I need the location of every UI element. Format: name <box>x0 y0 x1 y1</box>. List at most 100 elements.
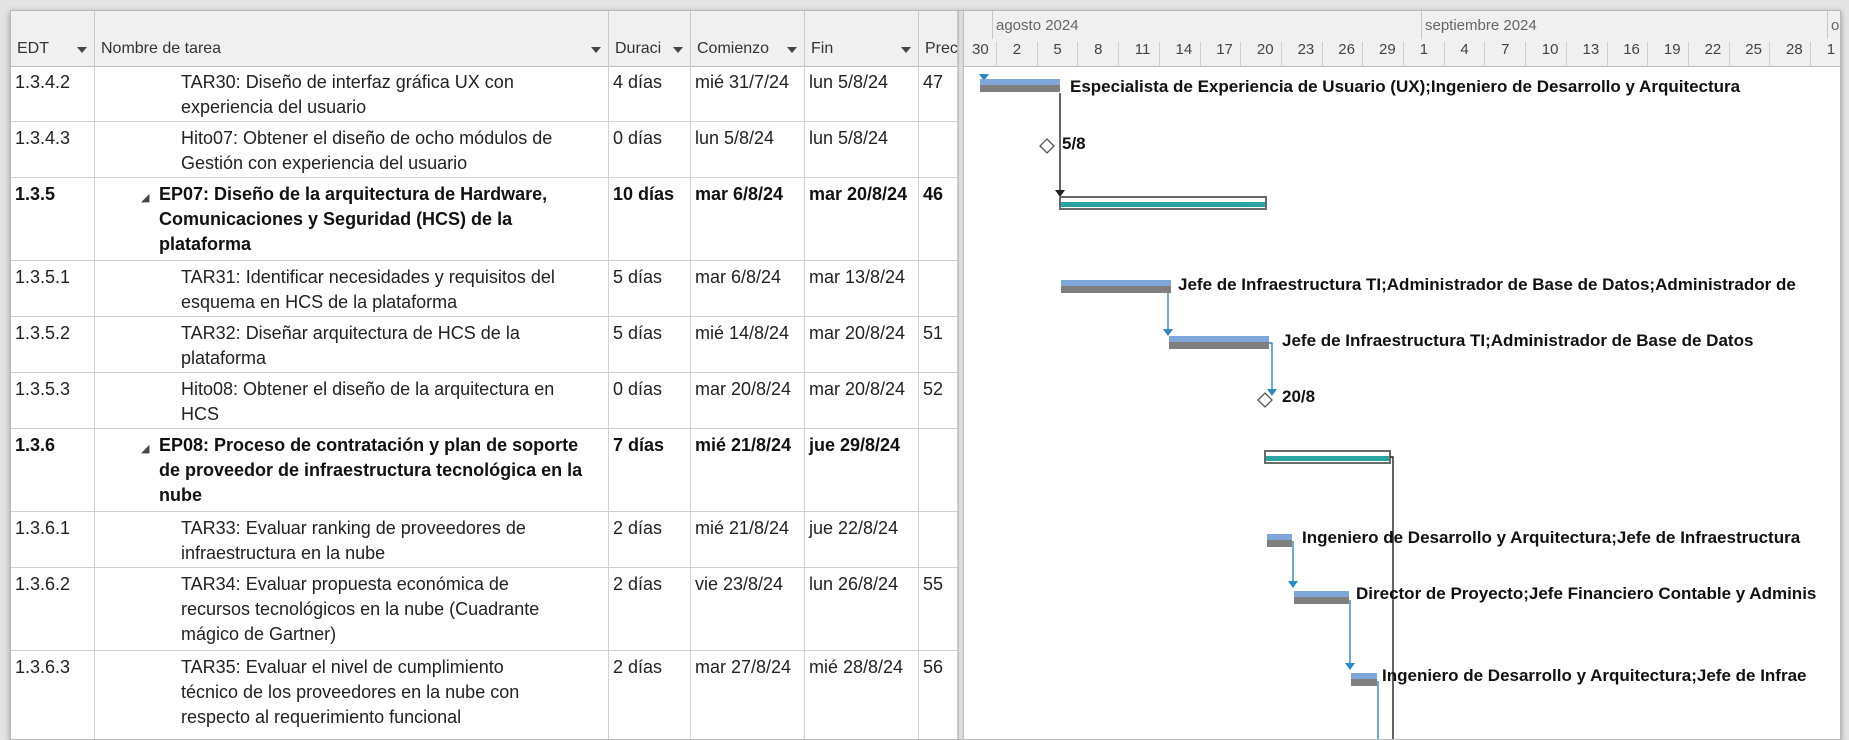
task-name-line: TAR33: Evaluar ranking de proveedores de <box>181 518 526 538</box>
task-name-cell[interactable]: TAR30: Diseño de interfaz gráfica UX con… <box>95 66 609 121</box>
task-name-cell[interactable]: TAR34: Evaluar propuesta económica de rec… <box>95 568 609 650</box>
task-name-text: TAR32: Diseñar arquitectura de HCS de la… <box>181 321 604 371</box>
collapse-toggle-icon[interactable]: ◢ <box>141 437 149 462</box>
baseline-bar <box>980 85 1060 92</box>
predecessors-cell[interactable]: 52 <box>919 373 958 428</box>
edt-cell[interactable]: 1.3.6.2 <box>11 568 95 650</box>
task-bar[interactable] <box>1169 336 1269 342</box>
finish-date-cell[interactable]: mar 20/8/24 <box>805 178 919 260</box>
table-row[interactable]: 1.3.5.2 TAR32: Diseñar arquitectura de HC… <box>11 317 958 373</box>
table-row[interactable]: 1.3.6.3 TAR35: Evaluar el nivel de cumpli… <box>11 651 958 739</box>
duration-cell[interactable]: 5 días <box>609 317 691 372</box>
task-name-cell[interactable]: TAR35: Evaluar el nivel de cumplimiento t… <box>95 651 609 739</box>
start-date-cell[interactable]: mié 21/8/24 <box>691 512 805 567</box>
predecessors-cell[interactable] <box>919 512 958 567</box>
table-row[interactable]: 1.3.5.1 TAR31: Identificar necesidades y … <box>11 261 958 317</box>
task-bar[interactable] <box>1294 591 1349 597</box>
duration-cell[interactable]: 10 días <box>609 178 691 260</box>
dropdown-arrow-icon[interactable] <box>591 47 601 53</box>
predecessors-cell[interactable] <box>919 429 958 511</box>
predecessors-cell[interactable]: 55 <box>919 568 958 650</box>
summary-task-row[interactable]: 1.3.5 ◢ EP07: Diseño de la arquitectura de… <box>11 178 958 261</box>
edt-cell[interactable]: 1.3.6.3 <box>11 651 95 739</box>
table-row[interactable]: 1.3.4.3 Hito07: Obtener el diseño de ocho… <box>11 122 958 178</box>
dropdown-arrow-icon[interactable] <box>901 47 911 53</box>
predecessors-cell[interactable]: 56 <box>919 651 958 739</box>
summary-task-row[interactable]: 1.3.6 ◢ EP08: Proceso de contratación y pl… <box>11 429 958 512</box>
start-date-cell[interactable]: mar 27/8/24 <box>691 651 805 739</box>
link-arrow-icon <box>1055 190 1065 197</box>
duration-cell[interactable]: 2 días <box>609 568 691 650</box>
duration-cell[interactable]: 4 días <box>609 66 691 121</box>
task-name-cell[interactable]: TAR33: Evaluar ranking de proveedores de… <box>95 512 609 567</box>
duration-cell[interactable]: 5 días <box>609 261 691 316</box>
task-bar[interactable] <box>980 79 1060 85</box>
dropdown-arrow-icon[interactable] <box>673 47 683 53</box>
column-header-name[interactable]: Nombre de tarea <box>95 11 609 66</box>
task-name-line: plataforma <box>181 348 267 368</box>
task-bar[interactable] <box>1351 673 1377 679</box>
duration-cell[interactable]: 2 días <box>609 512 691 567</box>
collapse-toggle-icon[interactable]: ◢ <box>141 186 149 211</box>
edt-cell[interactable]: 1.3.6 <box>11 429 95 511</box>
duration-cell[interactable]: 2 días <box>609 651 691 739</box>
finish-date-cell[interactable]: lun 5/8/24 <box>805 122 919 177</box>
duration-cell[interactable]: 0 días <box>609 373 691 428</box>
table-row[interactable]: 1.3.6.2 TAR34: Evaluar propuesta económic… <box>11 568 958 651</box>
start-date-cell[interactable]: mar 6/8/24 <box>691 178 805 260</box>
task-name-cell[interactable]: TAR32: Diseñar arquitectura de HCS de la… <box>95 317 609 372</box>
predecessors-cell[interactable] <box>919 122 958 177</box>
column-header-duration[interactable]: Duraci <box>609 11 691 66</box>
task-name-cell[interactable]: TAR31: Identificar necesidades y requisi… <box>95 261 609 316</box>
table-row[interactable]: 1.3.5.3 Hito08: Obtener el diseño de la a… <box>11 373 958 429</box>
predecessors-cell[interactable]: 46 <box>919 178 958 260</box>
finish-date-cell[interactable]: lun 5/8/24 <box>805 66 919 121</box>
edt-cell[interactable]: 1.3.5.1 <box>11 261 95 316</box>
predecessors-cell[interactable] <box>919 261 958 316</box>
column-header-edt[interactable]: EDT <box>11 11 95 66</box>
task-name-cell[interactable]: Hito07: Obtener el diseño de ocho módulo… <box>95 122 609 177</box>
summary-progress-bar <box>1266 456 1389 461</box>
column-header-end[interactable]: Fin <box>805 11 919 66</box>
finish-date-cell[interactable]: lun 26/8/24 <box>805 568 919 650</box>
finish-date-cell[interactable]: mié 28/8/24 <box>805 651 919 739</box>
start-date-cell[interactable]: mié 21/8/24 <box>691 429 805 511</box>
table-row[interactable]: 1.3.6.1 TAR33: Evaluar ranking de proveed… <box>11 512 958 568</box>
table-row[interactable]: 1.3.4.2 TAR30: Diseño de interfaz gráfica… <box>11 66 958 122</box>
edt-cell[interactable]: 1.3.6.1 <box>11 512 95 567</box>
predecessors-cell[interactable]: 51 <box>919 317 958 372</box>
milestone-diamond-icon[interactable] <box>1039 138 1055 154</box>
start-date-cell[interactable]: mié 14/8/24 <box>691 317 805 372</box>
milestone-diamond-icon[interactable] <box>1257 392 1273 408</box>
start-date-cell[interactable]: mar 20/8/24 <box>691 373 805 428</box>
column-header-predecessors[interactable]: Prec <box>919 11 958 66</box>
duration-cell[interactable]: 0 días <box>609 122 691 177</box>
task-bar[interactable] <box>1061 280 1171 286</box>
edt-cell[interactable]: 1.3.4.2 <box>11 66 95 121</box>
finish-date-cell[interactable]: jue 22/8/24 <box>805 512 919 567</box>
start-date-cell[interactable]: mié 31/7/24 <box>691 66 805 121</box>
task-name-line: Hito07: Obtener el diseño de ocho módulo… <box>181 128 553 148</box>
edt-cell[interactable]: 1.3.5.3 <box>11 373 95 428</box>
link-arrow-icon <box>1288 581 1298 588</box>
task-bar[interactable] <box>1267 534 1292 540</box>
baseline-bar <box>1294 597 1349 604</box>
start-date-cell[interactable]: lun 5/8/24 <box>691 122 805 177</box>
dropdown-arrow-icon[interactable] <box>787 47 797 53</box>
finish-date-cell[interactable]: mar 20/8/24 <box>805 317 919 372</box>
start-date-cell[interactable]: mar 6/8/24 <box>691 261 805 316</box>
task-name-cell[interactable]: ◢ EP07: Diseño de la arquitectura de Hard… <box>95 178 609 260</box>
predecessors-cell[interactable]: 47 <box>919 66 958 121</box>
finish-date-cell[interactable]: jue 29/8/24 <box>805 429 919 511</box>
duration-cell[interactable]: 7 días <box>609 429 691 511</box>
finish-date-cell[interactable]: mar 13/8/24 <box>805 261 919 316</box>
column-header-start[interactable]: Comienzo <box>691 11 805 66</box>
dropdown-arrow-icon[interactable] <box>77 47 87 53</box>
edt-cell[interactable]: 1.3.5 <box>11 178 95 260</box>
task-name-cell[interactable]: ◢ EP08: Proceso de contratación y plan de… <box>95 429 609 511</box>
finish-date-cell[interactable]: mar 20/8/24 <box>805 373 919 428</box>
task-name-cell[interactable]: Hito08: Obtener el diseño de la arquitec… <box>95 373 609 428</box>
edt-cell[interactable]: 1.3.4.3 <box>11 122 95 177</box>
start-date-cell[interactable]: vie 23/8/24 <box>691 568 805 650</box>
edt-cell[interactable]: 1.3.5.2 <box>11 317 95 372</box>
